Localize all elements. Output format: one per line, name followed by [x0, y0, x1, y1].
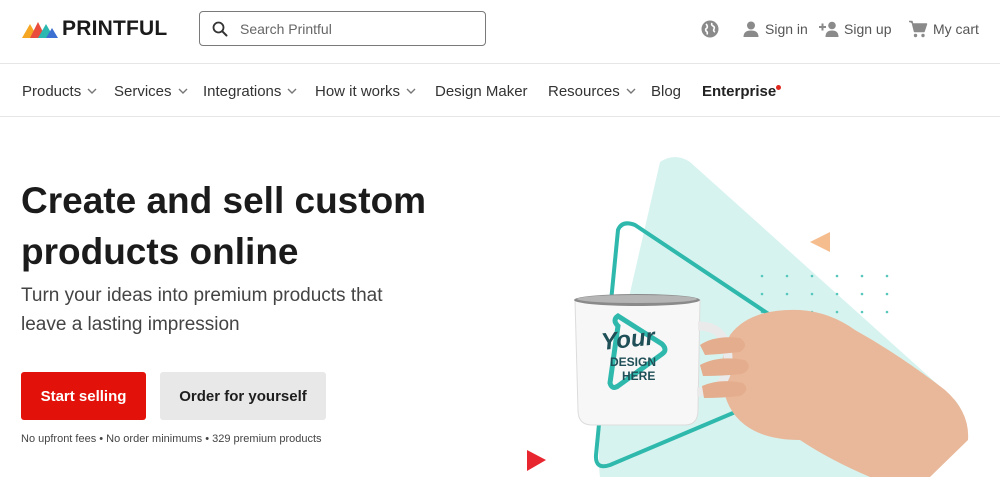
cart-link[interactable]: My cart	[908, 18, 979, 40]
nav-item-label: Enterprise	[702, 82, 777, 100]
nav-item-how-it-works[interactable]: How it works	[315, 81, 416, 101]
hero-subtitle: Turn your ideas into premium products th…	[21, 281, 441, 339]
search-box[interactable]	[199, 11, 486, 46]
nav-item-integrations[interactable]: Integrations	[203, 81, 297, 101]
hero-title-line1: Create and sell custom	[21, 180, 427, 221]
chevron-down-icon	[406, 88, 416, 94]
printful-logo[interactable]: PRINTFUL	[22, 17, 167, 41]
nav-item-label: Resources	[548, 82, 620, 100]
sign-in-label: Sign in	[765, 21, 808, 37]
nav-item-label: Blog	[651, 82, 682, 100]
nav-item-blog[interactable]: Blog	[651, 81, 681, 101]
mug-text-design: DESIGN	[610, 355, 656, 369]
hero-title: Create and sell custom products online	[21, 175, 481, 277]
logo-text: PRINTFUL	[62, 17, 168, 40]
mug-text-here: HERE	[622, 369, 655, 383]
chevron-down-icon	[178, 88, 188, 94]
new-badge-dot	[776, 84, 782, 90]
chevron-down-icon	[87, 88, 97, 94]
nav-item-design-maker[interactable]: Design Maker	[435, 81, 528, 101]
chevron-down-icon	[626, 88, 636, 94]
nav-item-label: Products	[22, 82, 82, 100]
sign-up-label: Sign up	[844, 21, 892, 37]
hero-subtitle-line1: Turn your ideas into premium products th…	[21, 285, 383, 306]
start-selling-button[interactable]: Start selling	[21, 372, 146, 420]
mug-text-your: Your	[600, 323, 658, 356]
search-input[interactable]	[240, 20, 470, 37]
logo-mark-icon	[22, 22, 58, 38]
hero-illustration: Your DESIGN HERE	[527, 157, 969, 477]
sign-in-link[interactable]: Sign in	[742, 18, 808, 40]
nav-item-label: Integrations	[203, 82, 282, 100]
orange-triangle-decoration	[810, 232, 830, 252]
red-triangle-decoration	[527, 450, 546, 471]
main-nav: Products Services Integrations How it wo…	[0, 65, 1000, 117]
language-selector[interactable]	[700, 18, 720, 40]
nav-item-label: How it works	[315, 82, 401, 100]
hero-fineprint: No upfront fees • No order minimums • 32…	[21, 433, 322, 445]
chevron-down-icon	[287, 88, 297, 94]
cart-label: My cart	[933, 21, 979, 37]
user-icon	[742, 20, 760, 38]
globe-icon[interactable]	[700, 19, 720, 39]
sign-up-link[interactable]: Sign up	[818, 18, 891, 40]
cart-icon	[908, 20, 928, 38]
nav-item-products[interactable]: Products	[22, 81, 97, 101]
hero-title-line2: products online	[21, 231, 299, 272]
search-icon[interactable]	[211, 20, 229, 38]
top-header: PRINTFUL Sign in	[0, 0, 1000, 64]
nav-item-label: Services	[114, 82, 172, 100]
nav-item-label: Design Maker	[435, 82, 528, 100]
add-user-icon	[818, 20, 840, 38]
hero-subtitle-line2: leave a lasting impression	[21, 314, 240, 335]
nav-item-resources[interactable]: Resources	[548, 81, 636, 101]
nav-item-services[interactable]: Services	[114, 81, 188, 101]
order-for-yourself-button[interactable]: Order for yourself	[160, 372, 326, 420]
nav-item-enterprise[interactable]: Enterprise	[702, 81, 782, 101]
